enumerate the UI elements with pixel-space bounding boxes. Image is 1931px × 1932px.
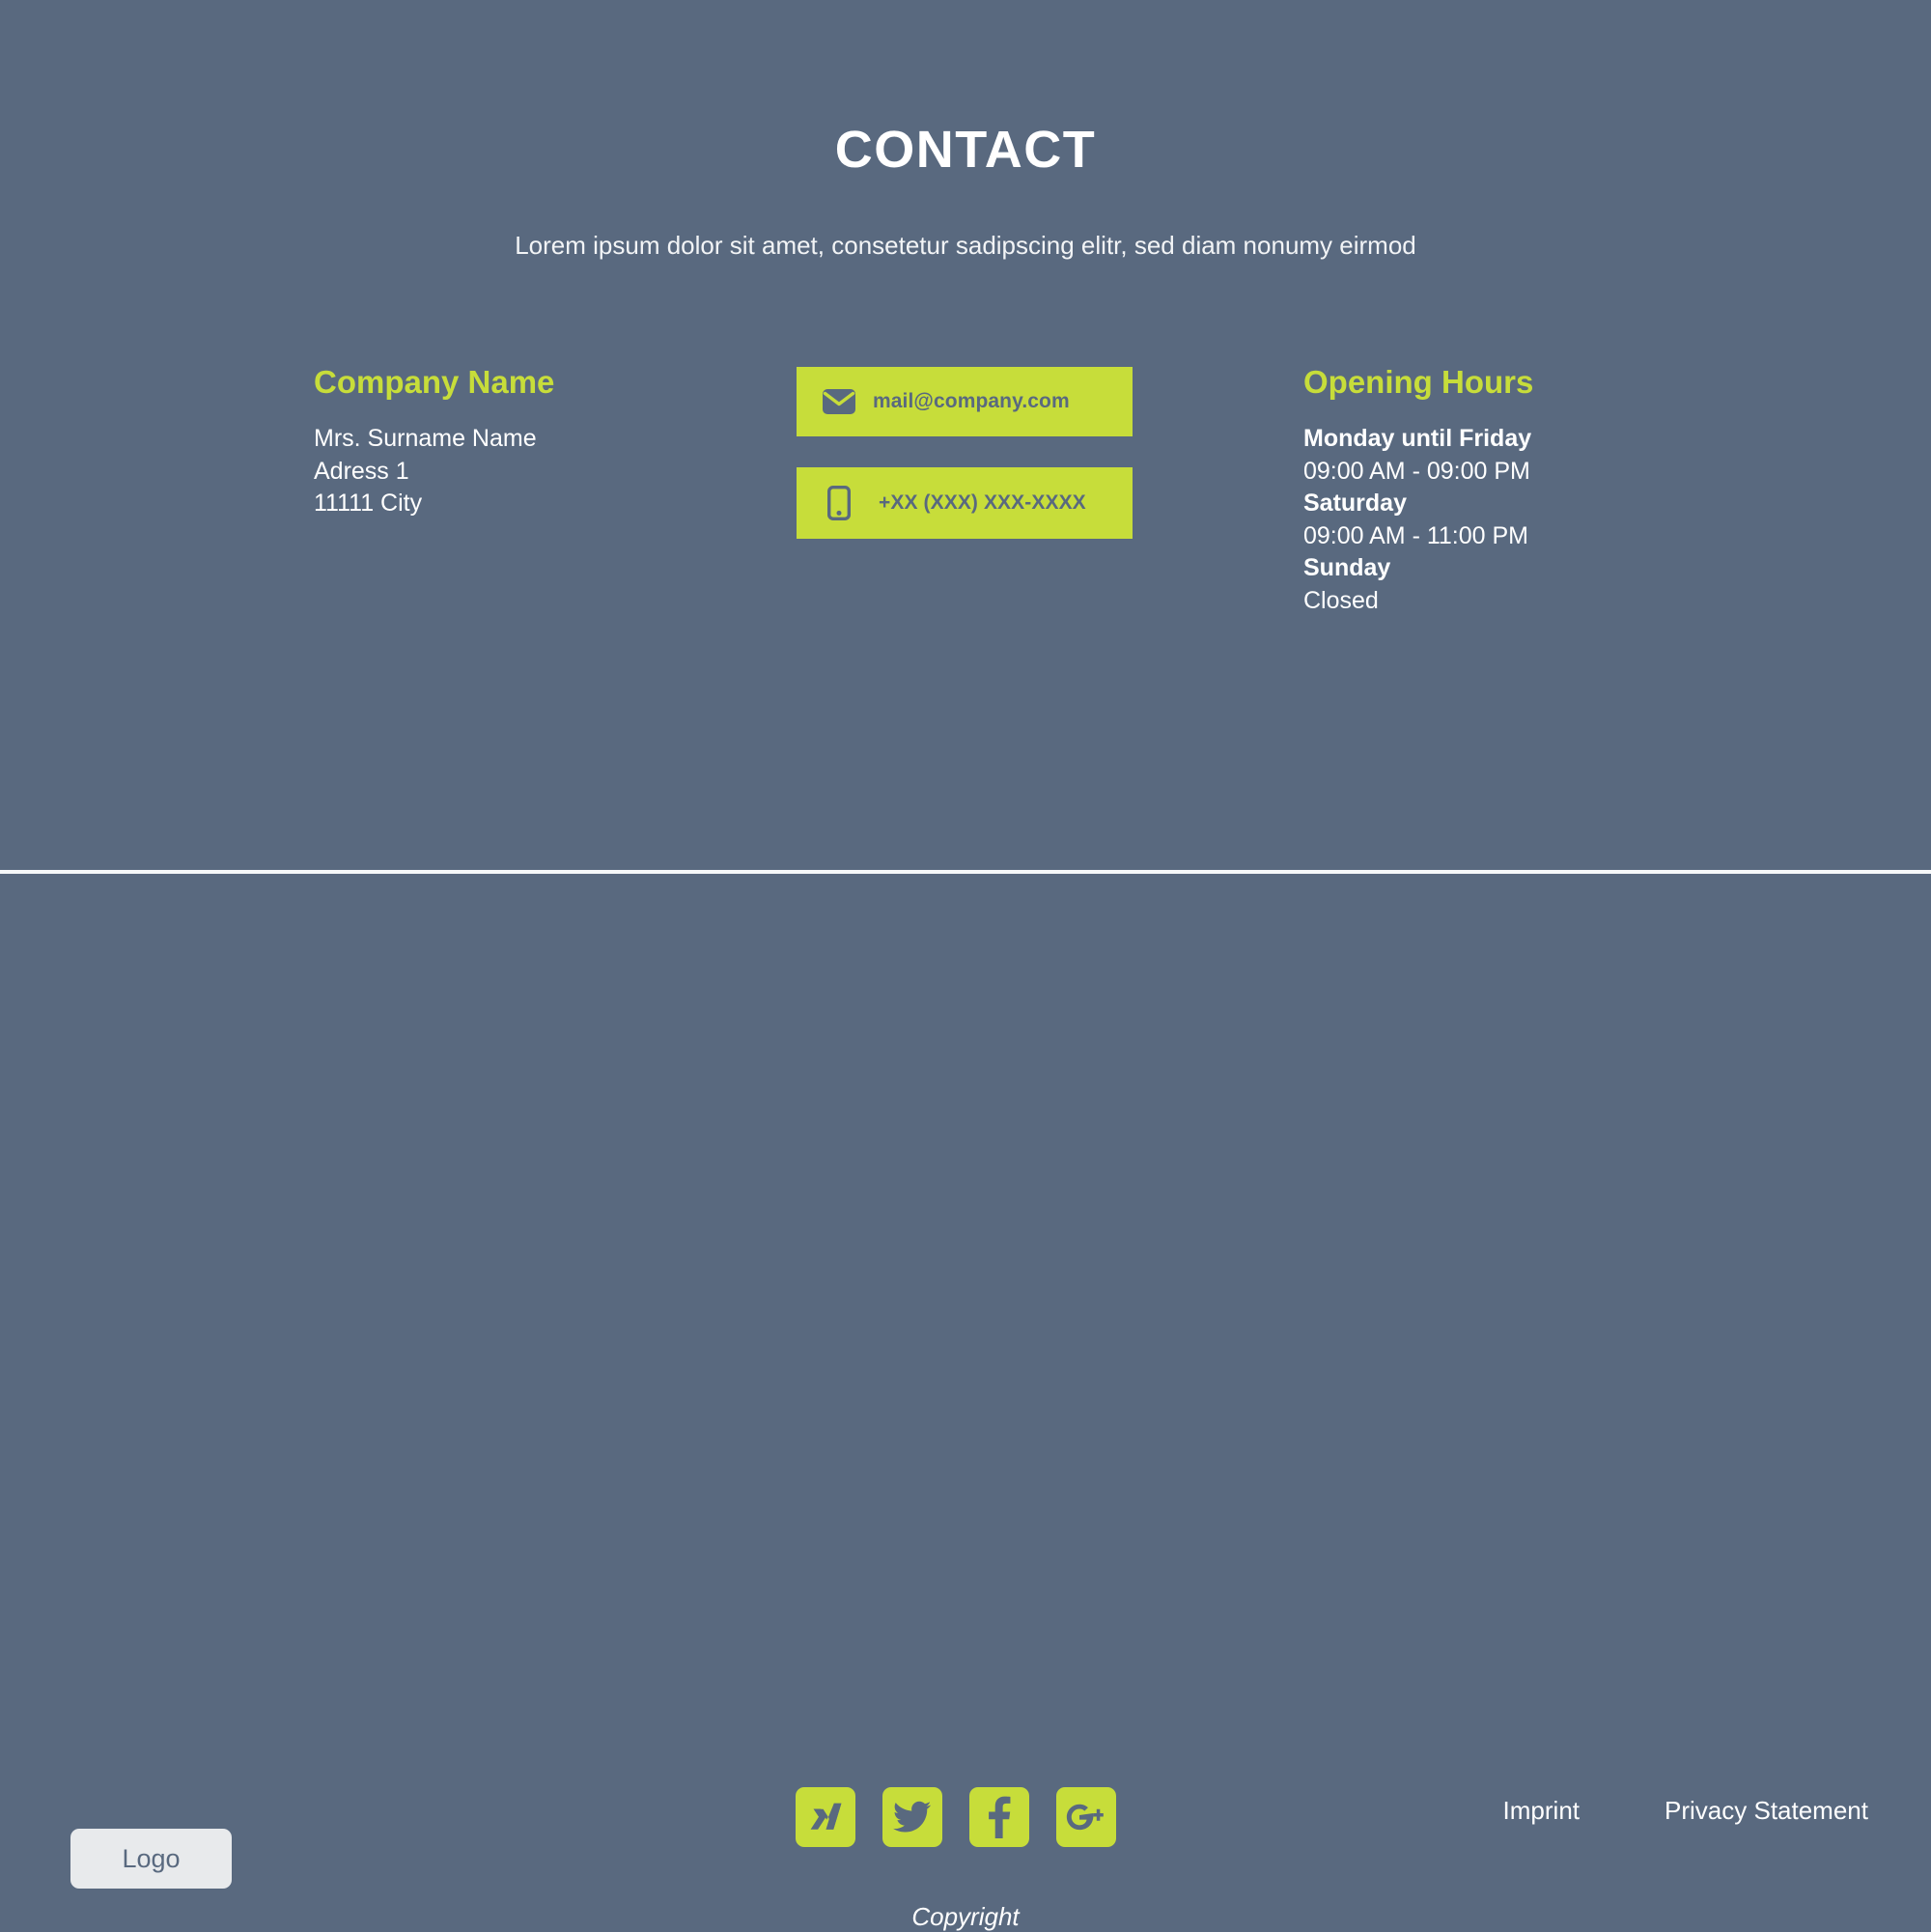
phone-button-label: +XX (XXX) XXX-XXXX bbox=[879, 491, 1086, 515]
opening-hours-day: Sunday bbox=[1303, 554, 1391, 582]
social-link-google-plus[interactable] bbox=[1056, 1787, 1116, 1847]
phone-button[interactable]: +XX (XXX) XXX-XXXX bbox=[797, 467, 1133, 540]
section-header: CONTACT Lorem ipsum dolor sit amet, cons… bbox=[0, 0, 1931, 261]
email-button[interactable]: mail@company.com bbox=[797, 367, 1133, 437]
contact-columns: Company Name Mrs. Surname Name Adress 1 … bbox=[0, 364, 1931, 617]
company-address-line: 11111 City bbox=[314, 490, 423, 518]
social-link-xing[interactable] bbox=[796, 1787, 855, 1847]
page-title: CONTACT bbox=[834, 121, 1097, 179]
opening-hours-time: Closed bbox=[1303, 586, 1379, 614]
company-address-line: Mrs. Surname Name bbox=[314, 425, 537, 453]
social-link-twitter[interactable] bbox=[882, 1787, 942, 1847]
mobile-phone-icon bbox=[823, 486, 855, 521]
footer-links: Imprint Privacy Statement bbox=[1503, 1796, 1868, 1826]
logo-label: Logo bbox=[122, 1843, 181, 1873]
company-column: Company Name Mrs. Surname Name Adress 1 … bbox=[314, 364, 797, 520]
copyright: Copyright bbox=[0, 1902, 1931, 1932]
email-button-label: mail@company.com bbox=[873, 390, 1070, 413]
envelope-icon bbox=[823, 385, 855, 418]
contact-buttons-column: mail@company.com +XX (XXX) XXX-XXXX bbox=[797, 365, 1202, 570]
social-link-facebook[interactable] bbox=[969, 1787, 1029, 1847]
footer-link-imprint[interactable]: Imprint bbox=[1503, 1796, 1580, 1826]
copyright-text: Copyright bbox=[911, 1902, 1020, 1931]
opening-hours-time: 09:00 AM - 09:00 PM bbox=[1303, 457, 1530, 485]
section-subtitle: Lorem ipsum dolor sit amet, consetetur s… bbox=[515, 231, 1416, 260]
facebook-icon bbox=[988, 1796, 1011, 1838]
opening-hours-heading: Opening Hours bbox=[1303, 364, 1534, 401]
xing-icon bbox=[809, 1799, 842, 1835]
contact-page: CONTACT Lorem ipsum dolor sit amet, cons… bbox=[0, 0, 1931, 1931]
social-links bbox=[796, 1787, 1116, 1847]
page-footer: Logo Imprint Privacy Statement Copyright bbox=[0, 874, 1931, 1931]
opening-hours-day: Saturday bbox=[1303, 490, 1407, 518]
company-address-line: Adress 1 bbox=[314, 457, 409, 485]
google-plus-icon bbox=[1065, 1803, 1107, 1832]
opening-hours-column: Opening Hours Monday until Friday 09:00 … bbox=[1303, 364, 1748, 617]
company-heading: Company Name bbox=[314, 364, 555, 401]
opening-hours-day: Monday until Friday bbox=[1303, 425, 1532, 453]
logo-button[interactable]: Logo bbox=[70, 1829, 232, 1889]
twitter-icon bbox=[893, 1801, 932, 1834]
opening-hours-time: 09:00 AM - 11:00 PM bbox=[1303, 521, 1528, 549]
footer-link-privacy-statement[interactable]: Privacy Statement bbox=[1665, 1796, 1868, 1826]
